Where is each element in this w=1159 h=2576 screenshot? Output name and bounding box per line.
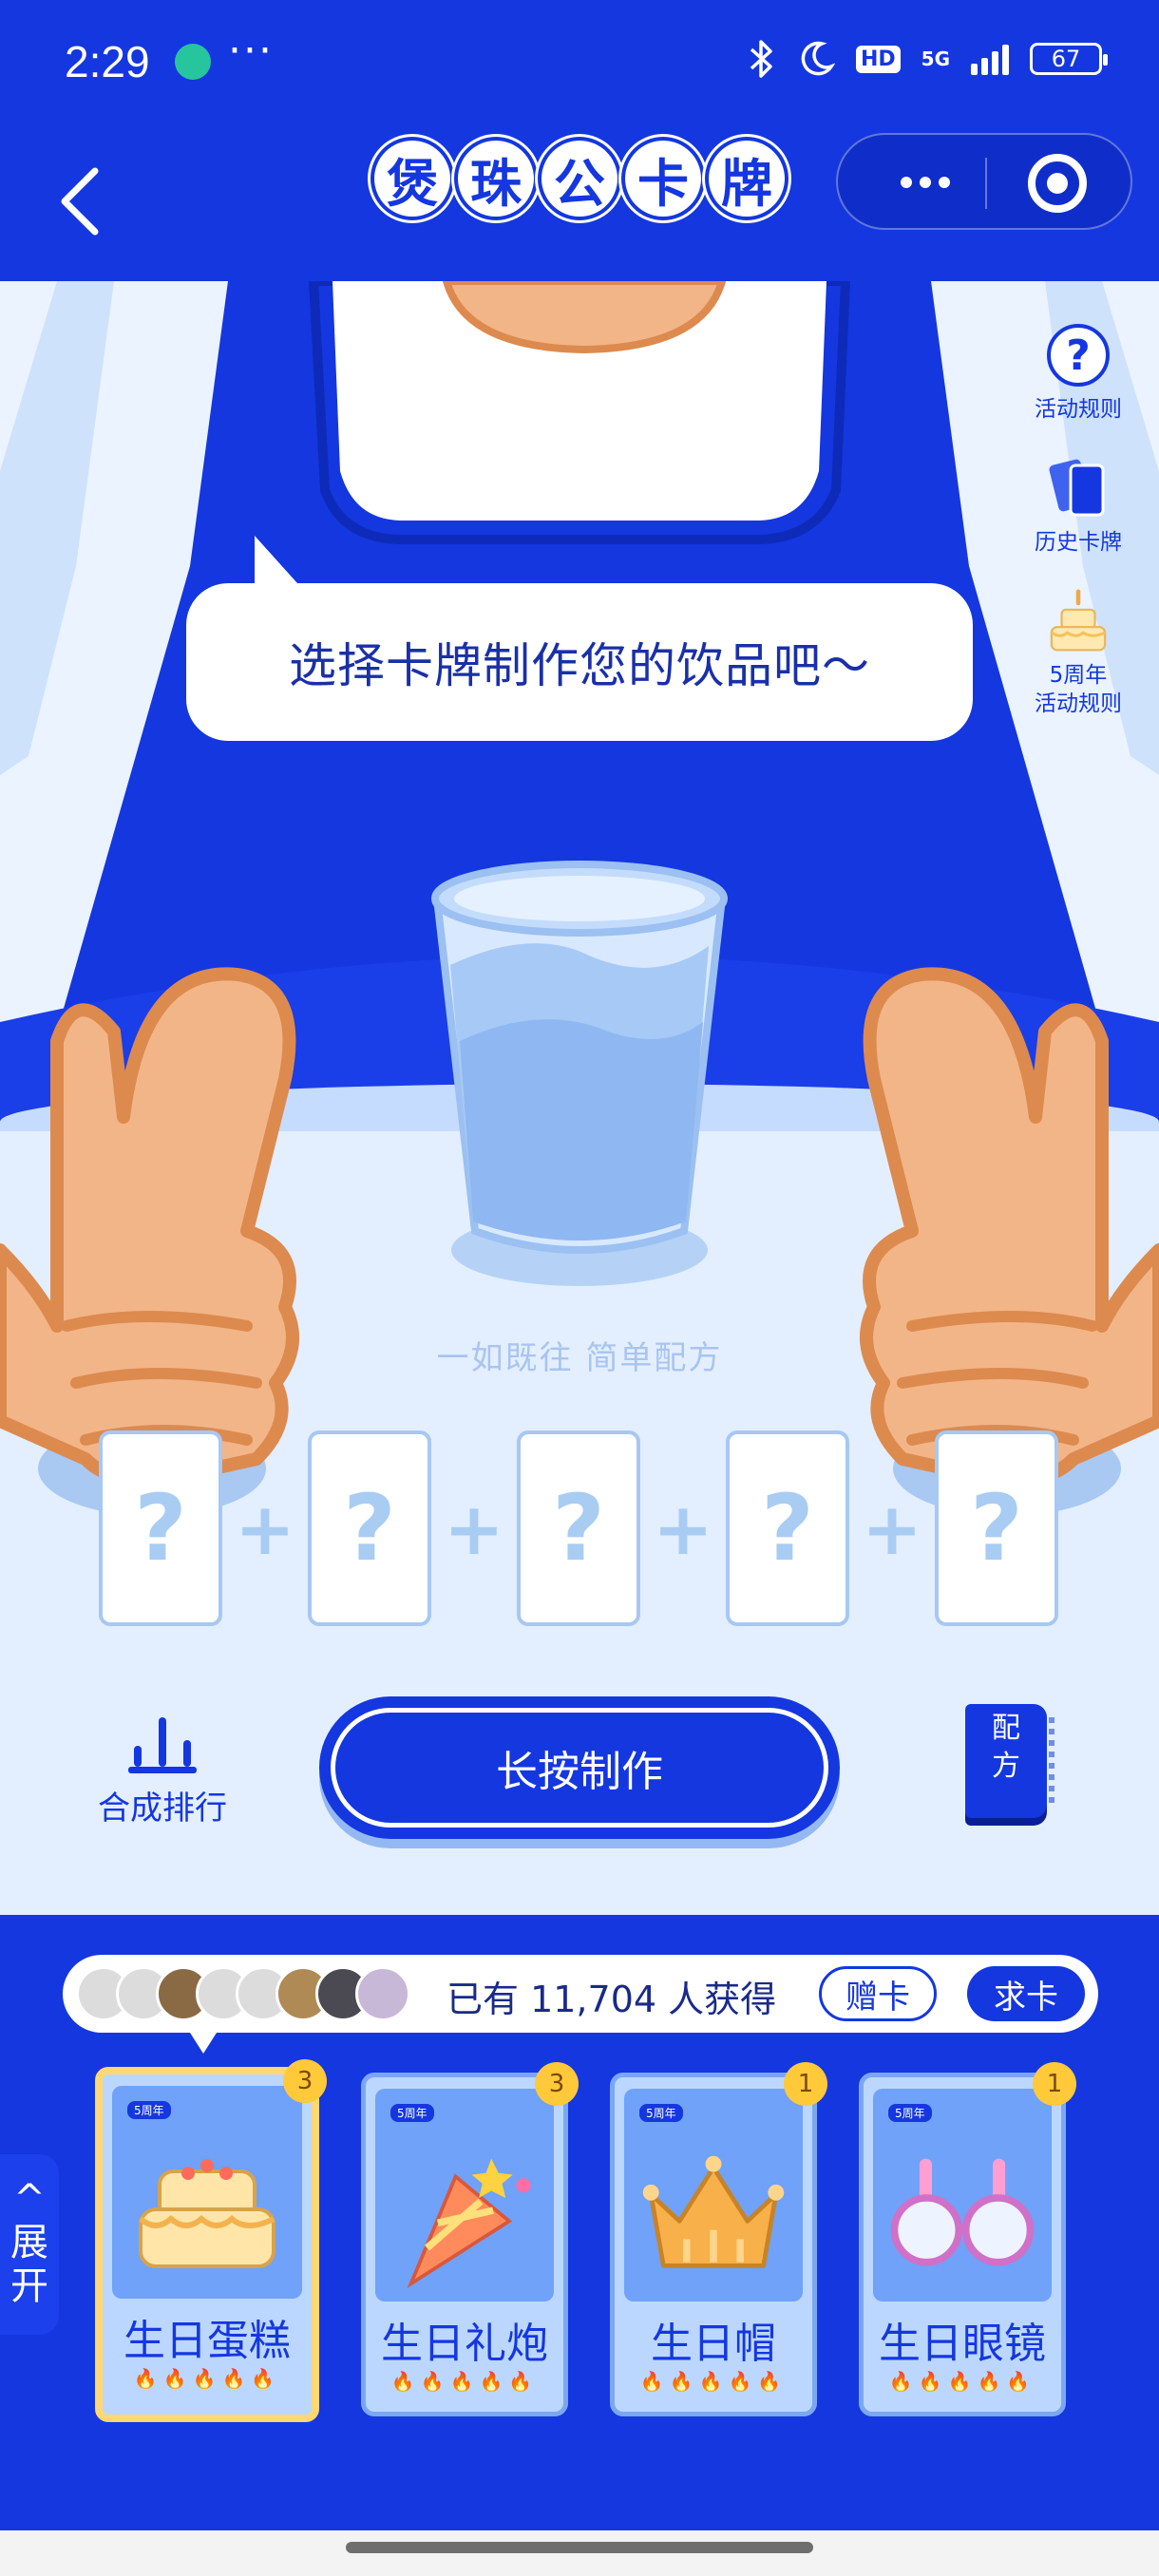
back-button[interactable] (48, 144, 124, 258)
ranking-button[interactable]: 合成排行 (91, 1714, 234, 1828)
crown-icon (642, 2155, 785, 2268)
bluetooth-icon (750, 40, 772, 78)
slot-question-mark: ? (134, 1475, 187, 1582)
title-bar: 煲 珠 公 卡 牌 (0, 123, 1159, 281)
card-birthday-cake[interactable]: 5周年 生日蛋糕 🔥🔥🔥🔥🔥 3 (95, 2059, 327, 2422)
slot-question-mark: ? (970, 1475, 1023, 1582)
birthday-cake-icon (139, 2159, 276, 2268)
side-tools: ? 活动规则 历史卡牌 5周年 活动规则 (998, 319, 1159, 747)
card-slot[interactable]: ? (99, 1430, 222, 1626)
side-tool-label: 历史卡牌 (1035, 530, 1122, 555)
speech-text: 选择卡牌制作您的饮品吧～ (289, 638, 870, 693)
side-tool-label: 5周年 活动规则 (1035, 663, 1122, 716)
title-char: 公 (542, 141, 618, 217)
cake-icon (1050, 589, 1107, 652)
party-popper-icon (407, 2158, 531, 2288)
plus-sign: + (653, 1486, 713, 1571)
battery-icon: 67 (1030, 43, 1108, 75)
card-birthday-glasses[interactable]: 5周年 生日眼镜 🔥🔥🔥🔥🔥 1 (859, 2062, 1076, 2416)
more-button[interactable] (880, 156, 971, 209)
ranking-label: 合成排行 (98, 1790, 227, 1828)
signal-icon (971, 43, 1009, 75)
card-slot[interactable]: ? (517, 1430, 640, 1626)
card-birthday-hat[interactable]: 5周年 生日帽 🔥🔥🔥🔥🔥 1 (610, 2062, 827, 2416)
plus-sign: + (235, 1486, 295, 1571)
home-indicator[interactable] (346, 2542, 813, 2553)
status-time: 2:29 (65, 37, 150, 86)
ranking-icon (128, 1717, 197, 1773)
card-slot[interactable]: ? (726, 1430, 849, 1626)
recipe-book-label: 配 方 (992, 1712, 1020, 1783)
make-button-label: 长按制作 (496, 1748, 663, 1796)
question-icon: ? (1042, 319, 1114, 391)
card-name: 生日礼炮 (381, 2320, 548, 2368)
empty-cup-illustration (431, 861, 728, 1286)
card-name: 生日帽 (651, 2320, 776, 2368)
card-art-frame: 5周年 (112, 2086, 302, 2299)
card-list: 5周年 生日蛋糕 🔥🔥🔥🔥🔥 3 5周年 生日礼炮 🔥🔥🔥🔥🔥 3 5周年 生日… (95, 2059, 1076, 2422)
title-char: 卡 (625, 141, 701, 217)
card-art-frame: 5周年 (375, 2089, 554, 2301)
expand-button[interactable]: ^ 展 开 (0, 2154, 59, 2335)
plus-sign: + (862, 1486, 922, 1571)
card-slot[interactable]: ? (308, 1430, 431, 1626)
card-slot[interactable]: ? (935, 1430, 1058, 1626)
moon-icon (801, 41, 835, 76)
card-rarity: 🔥🔥🔥🔥🔥 (639, 2370, 788, 2393)
owners-bar: 已有 11,704 人获得 赠卡 求卡 (63, 1955, 1098, 2054)
battery-level: 67 (1051, 46, 1081, 72)
owner-avatars (76, 1966, 410, 2021)
cards-icon (1049, 459, 1105, 517)
activity-rules-button[interactable]: ? 活动规则 (998, 319, 1159, 424)
card-count-badge: 3 (535, 2062, 579, 2106)
close-miniprogram-button[interactable] (1028, 154, 1087, 213)
slot-question-mark: ? (552, 1475, 605, 1582)
drink-scene: 选择卡牌制作您的饮品吧～ ? 活动规则 历史卡牌 5周年 活动规则 一如既往 简… (0, 281, 1159, 1915)
side-tool-label: 活动规则 (1035, 397, 1122, 422)
slot-question-mark: ? (761, 1475, 814, 1582)
history-cards-button[interactable]: 历史卡牌 (998, 452, 1159, 557)
avatar (355, 1966, 410, 2021)
title-char: 珠 (458, 141, 534, 217)
card-rarity: 🔥🔥🔥🔥🔥 (888, 2370, 1036, 2393)
app-notification-icon (175, 44, 211, 80)
card-name: 生日蛋糕 (124, 2317, 291, 2365)
capsule-divider (985, 158, 987, 209)
network-type: 5G (921, 47, 950, 70)
anniversary-rules-button[interactable]: 5周年 活动规则 (998, 585, 1159, 718)
expand-label: ^ 展 开 (10, 2177, 48, 2308)
long-press-make-button[interactable]: 长按制作 (319, 1696, 840, 1839)
recipe-book-button[interactable]: 配 方 (965, 1704, 1054, 1818)
hd-badge: HD (855, 45, 901, 73)
plus-sign: + (444, 1486, 504, 1571)
title-char: 牌 (709, 141, 785, 217)
card-rarity: 🔥🔥🔥🔥🔥 (390, 2370, 539, 2393)
request-card-button[interactable]: 求卡 (967, 1966, 1085, 2021)
recipe-hint: 一如既往 简单配方 (436, 1339, 723, 1377)
card-slots: ? + ? + ? + ? + ? (99, 1430, 1058, 1626)
status-more-icon: ··· (228, 27, 274, 75)
slot-question-mark: ? (343, 1475, 396, 1582)
card-count-badge: 1 (1033, 2062, 1076, 2106)
gift-card-button[interactable]: 赠卡 (819, 1966, 937, 2021)
card-name: 生日眼镜 (879, 2320, 1046, 2368)
speech-bubble: 选择卡牌制作您的饮品吧～ (186, 536, 973, 741)
card-art-frame: 5周年 (624, 2089, 803, 2301)
page-title: 煲 珠 公 卡 牌 (374, 141, 785, 217)
title-char: 煲 (374, 141, 450, 217)
card-art-frame: 5周年 (873, 2089, 1052, 2301)
owners-count-text: 已有 11,704 人获得 (446, 1979, 777, 2020)
card-count-badge: 3 (283, 2059, 327, 2103)
party-glasses-icon (890, 2158, 1035, 2266)
card-count-badge: 1 (784, 2062, 827, 2106)
card-birthday-popper[interactable]: 5周年 生日礼炮 🔥🔥🔥🔥🔥 3 (361, 2062, 579, 2416)
system-nav-area (0, 2530, 1159, 2576)
card-rarity: 🔥🔥🔥🔥🔥 (133, 2367, 281, 2390)
miniprogram-capsule (836, 133, 1132, 230)
status-bar: 2:29 ··· HD 5G 67 (0, 0, 1159, 123)
status-icons: HD 5G 67 (748, 38, 1108, 80)
